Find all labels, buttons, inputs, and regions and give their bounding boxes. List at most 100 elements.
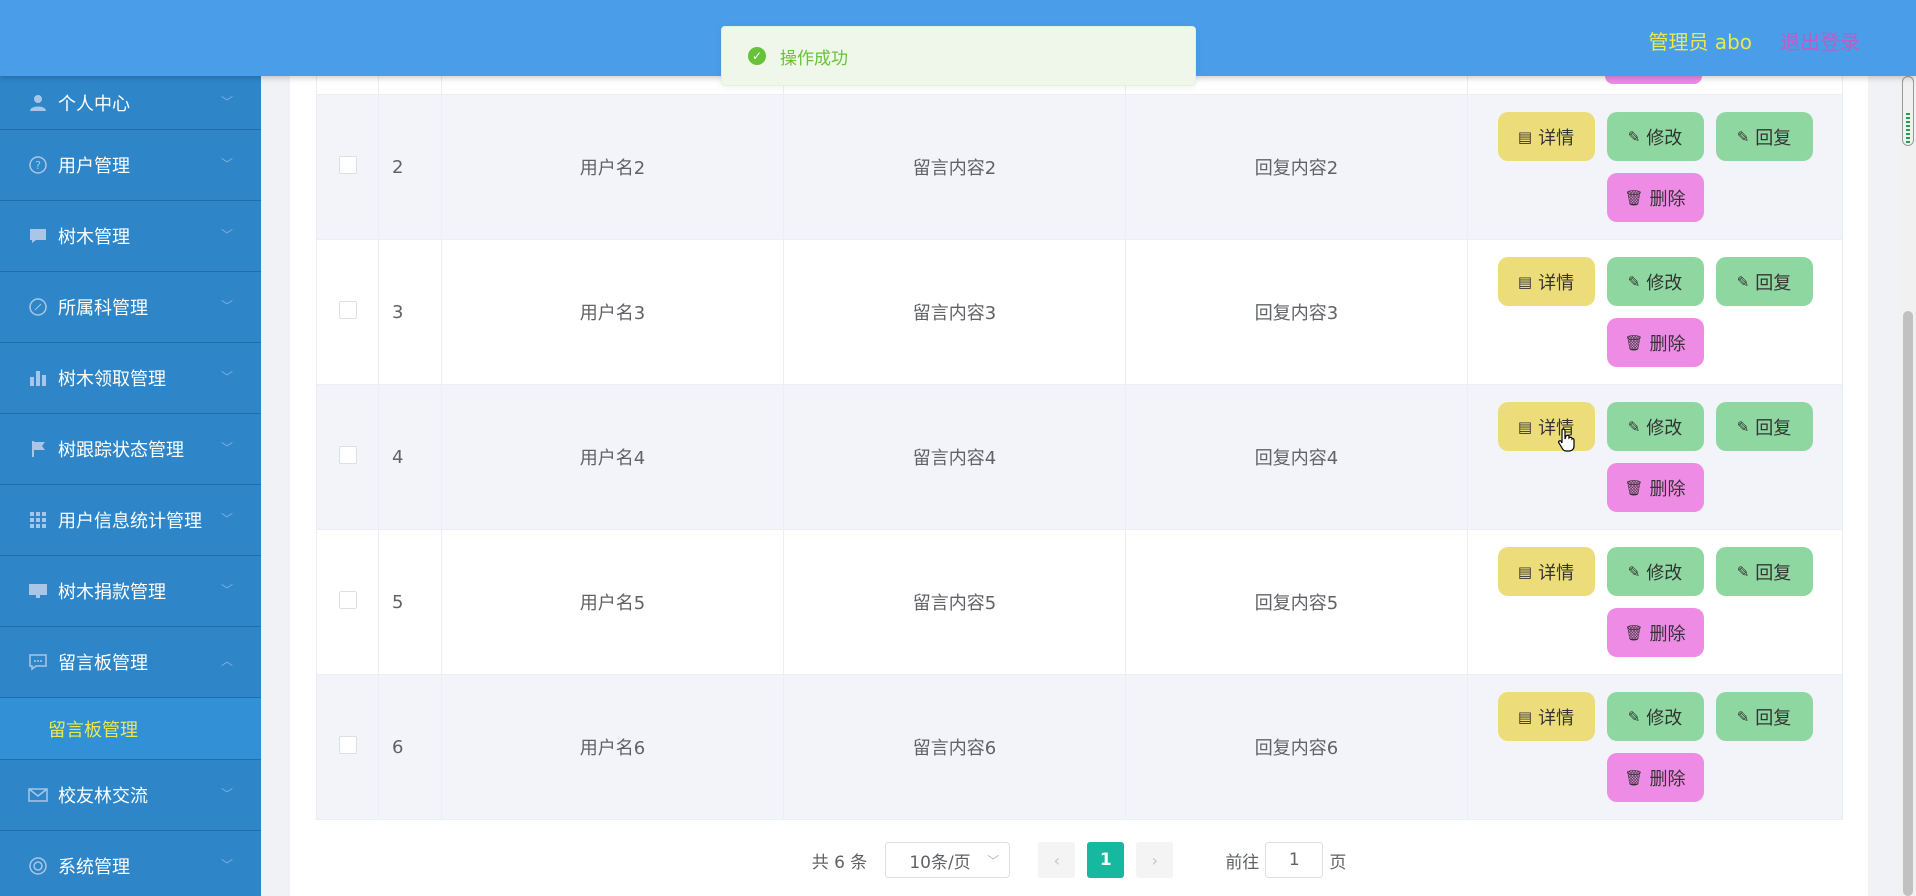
message-board-table: 2 用户名2 留言内容2 回复内容2 ▤ 详情 ✎ 修改 ✎ 回复 🗑 删除 3 用户名…: [316, 66, 1843, 820]
sidebar-item-label: 树木管理: [58, 227, 130, 248]
delete-button[interactable]: 🗑 删除: [1606, 463, 1704, 512]
reply-button[interactable]: ✎ 回复: [1715, 112, 1813, 161]
detail-button[interactable]: ▤ 详情: [1497, 692, 1595, 741]
chevron-down-icon: ﹀: [220, 156, 233, 171]
row-message-content: 留言内容3: [783, 239, 1126, 385]
edit-icon: ✎: [1736, 272, 1750, 291]
reply-button[interactable]: ✎ 回复: [1715, 547, 1813, 596]
goto-page-input[interactable]: [1265, 842, 1324, 878]
chevron-down-icon: ﹀: [220, 369, 233, 384]
sidebar-item-label: 用户管理: [58, 156, 130, 177]
edit-button[interactable]: ✎ 修改: [1606, 692, 1704, 741]
next-page-button[interactable]: ›: [1136, 842, 1174, 878]
chevron-down-icon: ﹀: [220, 298, 233, 313]
detail-button-label: 详情: [1538, 707, 1575, 729]
row-message-content: 留言内容2: [783, 94, 1126, 240]
chevron-down-icon: ﹀: [220, 857, 233, 872]
detail-button-label: 详情: [1538, 562, 1575, 584]
logout-link[interactable]: 退出登录: [1780, 26, 1860, 55]
chevron-down-icon: ﹀: [220, 582, 233, 597]
sidebar-item-message-board-management[interactable]: 留言板管理 ︿: [0, 627, 261, 698]
sidebar-item-personal-center[interactable]: 个人中心 ﹀: [0, 76, 261, 130]
page-size-value: 10条/页: [909, 852, 971, 873]
delete-button[interactable]: 🗑 删除: [1606, 753, 1704, 802]
detail-button[interactable]: ▤ 详情: [1497, 257, 1595, 306]
detail-button[interactable]: ▤ 详情: [1497, 547, 1595, 596]
settings-icon: [27, 855, 49, 877]
sidebar-item-label: 树跟踪状态管理: [58, 440, 184, 461]
delete-button[interactable]: 🗑 删除: [1606, 318, 1704, 367]
edit-icon: ✎: [1627, 562, 1641, 581]
page-number-current[interactable]: 1: [1087, 842, 1125, 878]
row-username: 用户名3: [441, 239, 784, 385]
reply-button[interactable]: ✎ 回复: [1715, 692, 1813, 741]
row-reply-content: 回复内容4: [1125, 384, 1468, 530]
sidebar-subitem-message-board[interactable]: 留言板管理: [0, 698, 261, 760]
sidebar-item-tree-donation-management[interactable]: 树木捐款管理 ﹀: [0, 556, 261, 627]
row-username: 用户名6: [441, 674, 784, 820]
edit-icon: ✎: [1736, 707, 1750, 726]
document-icon: ▤: [1517, 272, 1533, 291]
sidebar-item-label: 校友林交流: [58, 786, 148, 807]
sidebar-item-tree-tracking-management[interactable]: 树跟踪状态管理 ﹀: [0, 414, 261, 485]
page-scrollbar[interactable]: [1900, 76, 1916, 896]
delete-button-label: 删除: [1649, 478, 1686, 500]
document-icon: ▤: [1517, 562, 1533, 581]
edit-button-label: 修改: [1646, 707, 1683, 729]
prev-page-button[interactable]: ‹: [1038, 842, 1076, 878]
goto-suffix-label: 页: [1329, 852, 1347, 873]
table-row: 3 用户名3 留言内容3 回复内容3 ▤ 详情 ✎ 修改 ✎ 回复 🗑 删除: [316, 239, 1843, 385]
edit-button[interactable]: ✎ 修改: [1606, 257, 1704, 306]
reply-button[interactable]: ✎ 回复: [1715, 257, 1813, 306]
sidebar-item-tree-claim-management[interactable]: 树木领取管理 ﹀: [0, 343, 261, 414]
scrollbar-thumb[interactable]: [1903, 311, 1913, 896]
sidebar-item-family-management[interactable]: 所属科管理 ﹀: [0, 272, 261, 343]
row-checkbox[interactable]: [338, 155, 357, 174]
detail-button-label: 详情: [1538, 272, 1575, 294]
edit-icon: ✎: [1736, 417, 1750, 436]
admin-user-label: 管理员 abo: [1648, 30, 1752, 54]
sidebar: 个人中心 ﹀ ? 用户管理 ﹀ 树木管理 ﹀ 所属科管理 ﹀ 树木领取管理 ﹀ …: [0, 76, 261, 896]
sidebar-item-tree-management[interactable]: 树木管理 ﹀: [0, 201, 261, 272]
delete-button-label: 删除: [1649, 768, 1686, 790]
detail-button[interactable]: ▤ 详情: [1497, 112, 1595, 161]
trash-icon: 🗑: [1624, 478, 1644, 497]
edit-button-label: 修改: [1646, 127, 1683, 149]
row-checkbox[interactable]: [338, 445, 357, 464]
row-checkbox[interactable]: [338, 300, 357, 319]
table-row: 5 用户名5 留言内容5 回复内容5 ▤ 详情 ✎ 修改 ✎ 回复 🗑 删除: [316, 529, 1843, 675]
sidebar-item-user-management[interactable]: ? 用户管理 ﹀: [0, 130, 261, 201]
edit-button[interactable]: ✎ 修改: [1606, 112, 1704, 161]
page-size-select[interactable]: 10条/页 ﹀: [885, 842, 1011, 878]
detail-button-label: 详情: [1538, 127, 1575, 149]
row-index: 4: [378, 384, 442, 530]
trash-icon: 🗑: [1624, 188, 1644, 207]
row-checkbox[interactable]: [338, 735, 357, 754]
reply-button[interactable]: ✎ 回复: [1715, 402, 1813, 451]
edit-button[interactable]: ✎ 修改: [1606, 402, 1704, 451]
chevron-down-icon: ﹀: [220, 440, 233, 455]
edit-button[interactable]: ✎ 修改: [1606, 547, 1704, 596]
delete-button[interactable]: 🗑 删除: [1606, 608, 1704, 657]
sidebar-item-label: 树木捐款管理: [58, 582, 166, 603]
edit-button-label: 修改: [1646, 417, 1683, 439]
detail-button[interactable]: ▤ 详情: [1497, 402, 1595, 451]
reply-button-label: 回复: [1755, 562, 1792, 584]
bar-chart-icon: [27, 367, 49, 389]
row-checkbox[interactable]: [338, 590, 357, 609]
row-index: 2: [378, 94, 442, 240]
partial-delete-button[interactable]: [1605, 76, 1702, 84]
delete-button[interactable]: 🗑 删除: [1606, 173, 1704, 222]
reply-button-label: 回复: [1755, 707, 1792, 729]
sidebar-item-alumni-forest-exchange[interactable]: 校友林交流 ﹀: [0, 760, 261, 831]
sidebar-item-user-statistics-management[interactable]: 用户信息统计管理 ﹀: [0, 485, 261, 556]
document-icon: ▤: [1517, 707, 1533, 726]
edit-icon: ✎: [1627, 272, 1641, 291]
check-circle-icon: ✓: [748, 47, 766, 65]
row-index: 5: [378, 529, 442, 675]
delete-button-label: 删除: [1649, 188, 1686, 210]
grid-icon: [27, 509, 49, 531]
row-username: 用户名5: [441, 529, 784, 675]
sidebar-item-system-management[interactable]: 系统管理 ﹀: [0, 831, 261, 896]
table-row: 2 用户名2 留言内容2 回复内容2 ▤ 详情 ✎ 修改 ✎ 回复 🗑 删除: [316, 94, 1843, 240]
